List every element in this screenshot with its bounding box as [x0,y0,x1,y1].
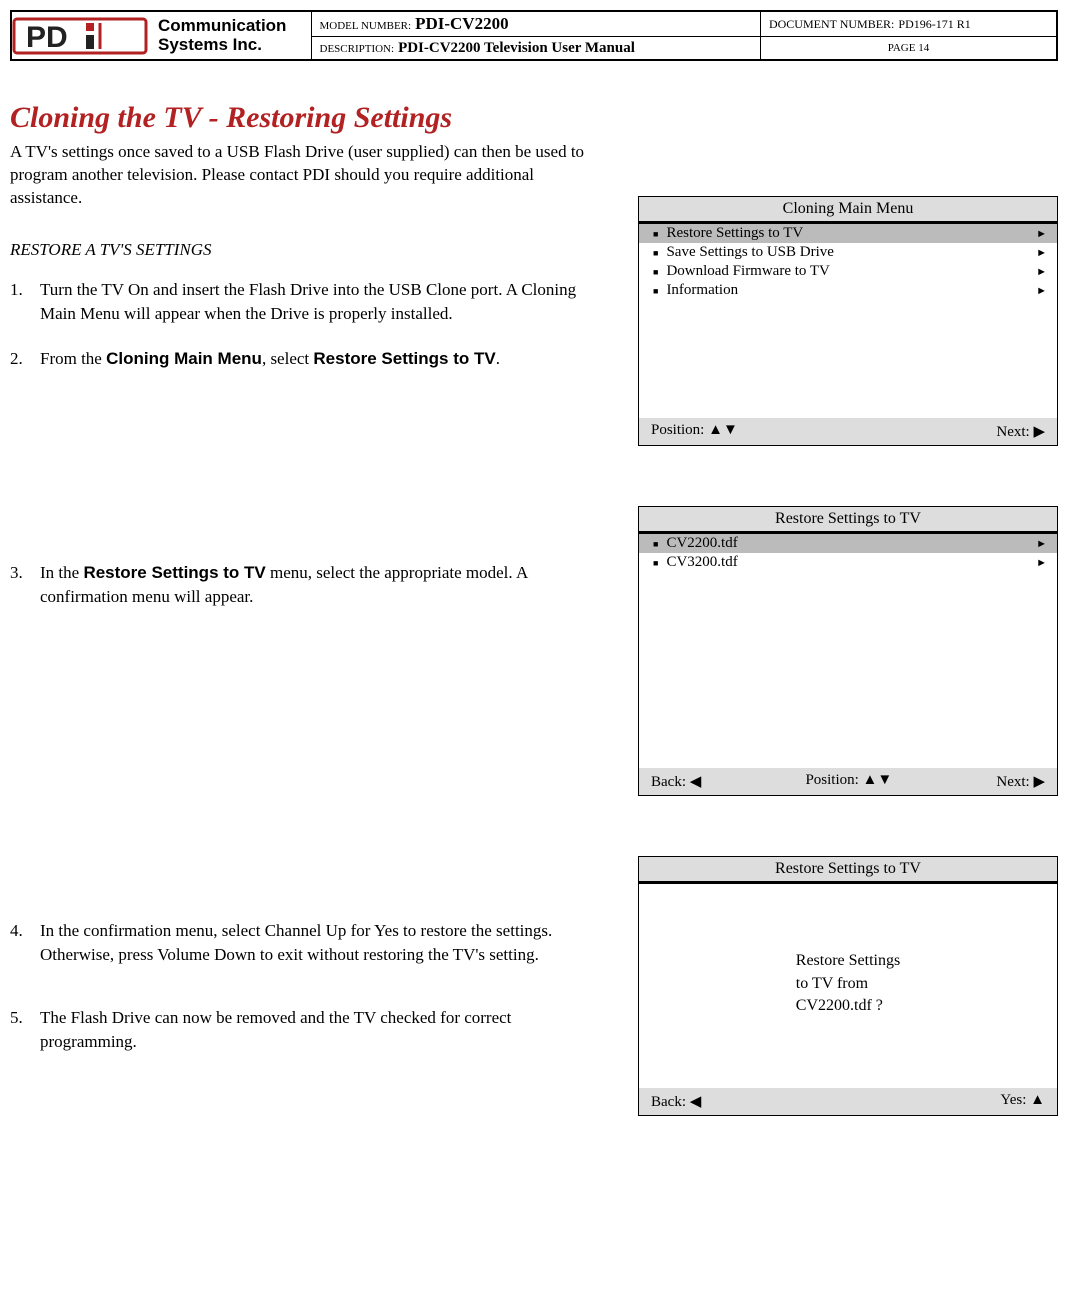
desc-value: PDI-CV2200 Television User Manual [398,40,635,56]
chevron-right-icon: ► [1036,538,1047,550]
menu3-back-hint: Back: ◀ [651,1092,701,1111]
chevron-right-icon: ► [1036,247,1047,259]
doc-label: DOCUMENT NUMBER: [769,17,894,31]
menu1-item-save[interactable]: ■Save Settings to USB Drive► [639,243,1057,262]
menu1-next-hint: Next: ▶ [996,422,1045,441]
svg-text:PD: PD [26,21,68,54]
menu1-position-hint: Position: ▲▼ [651,422,738,441]
restore-settings-menu: Restore Settings to TV ■CV2200.tdf► ■CV3… [638,506,1058,796]
chevron-right-icon: ► [1036,285,1047,297]
confirm-message: Restore Settings to TV from CV2200.tdf ? [796,950,900,1017]
menu3-title: Restore Settings to TV [639,857,1057,884]
chevron-right-icon: ► [1036,557,1047,569]
restore-subheading: RESTORE A TV'S SETTINGS [10,240,608,260]
intro-paragraph: A TV's settings once saved to a USB Flas… [10,141,608,210]
pdi-logo-icon: PD [12,15,152,57]
step-4: In the confirmation menu, select Channel… [10,919,608,967]
step-3: In the Restore Settings to TV menu, sele… [10,561,608,609]
page-number: PAGE 14 [760,37,1057,61]
menu3-yes-hint: Yes: ▲ [1000,1092,1045,1111]
restore-confirm-menu: Restore Settings to TV Restore Settings … [638,856,1058,1116]
menu1-item-download[interactable]: ■Download Firmware to TV► [639,262,1057,281]
menu2-title: Restore Settings to TV [639,507,1057,534]
menu1-title: Cloning Main Menu [639,197,1057,224]
menu2-back-hint: Back: ◀ [651,772,701,791]
document-header: PD Communication Systems Inc. MODEL NUMB… [10,10,1058,61]
menu2-item-cv3200[interactable]: ■CV3200.tdf► [639,553,1057,572]
menu1-item-restore[interactable]: ■Restore Settings to TV► [639,224,1057,243]
company-name: Communication Systems Inc. [158,17,286,54]
model-value: PDI-CV2200 [415,14,509,33]
chevron-right-icon: ► [1036,266,1047,278]
menu1-item-info[interactable]: ■Information► [639,281,1057,300]
menu2-next-hint: Next: ▶ [996,772,1045,791]
cloning-main-menu: Cloning Main Menu ■Restore Settings to T… [638,196,1058,446]
doc-value: PD196-171 R1 [898,17,970,31]
step-2: From the Cloning Main Menu, select Resto… [10,347,608,371]
model-label: MODEL NUMBER: [320,20,412,32]
menu2-item-cv2200[interactable]: ■CV2200.tdf► [639,534,1057,553]
step-1: Turn the TV On and insert the Flash Driv… [10,278,608,326]
page-title: Cloning the TV - Restoring Settings [10,101,608,135]
desc-label: DESCRIPTION: [320,43,395,55]
menu2-position-hint: Position: ▲▼ [805,772,892,791]
chevron-right-icon: ► [1036,228,1047,240]
step-5: The Flash Drive can now be removed and t… [10,1006,608,1054]
